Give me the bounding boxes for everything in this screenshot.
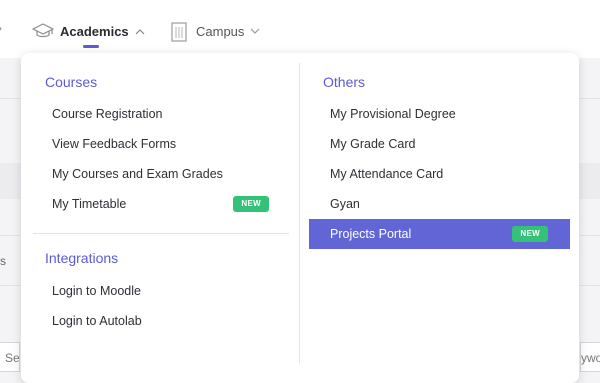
menu-item-attendance-card[interactable]: My Attendance Card [309,159,570,189]
nav-academics-label: Academics [60,23,129,39]
menu-item-label: My Courses and Exam Grades [52,167,223,181]
nav-active-indicator [83,45,99,48]
menu-item-view-feedback-forms[interactable]: View Feedback Forms [33,129,283,159]
nav-academics[interactable]: Academics [32,20,145,42]
new-badge: NEW [233,196,269,212]
menu-item-my-courses-exam-grades[interactable]: My Courses and Exam Grades [33,159,283,189]
nav-edge-fragment: › [0,21,2,35]
section-title-courses: Courses [45,74,98,90]
background-text-fragment: s [0,254,6,268]
menu-item-gyan[interactable]: Gyan [309,189,570,219]
column-divider [299,63,300,363]
section-title-others: Others [323,74,366,90]
background-search-input[interactable]: Se [0,342,20,372]
nav-campus-label: Campus [196,23,245,39]
menu-item-login-autolab[interactable]: Login to Autolab [33,306,283,336]
menu-item-provisional-degree[interactable]: My Provisional Degree [309,99,570,129]
menu-item-label: View Feedback Forms [52,137,177,151]
menu-item-login-moodle[interactable]: Login to Moodle [33,276,283,306]
academics-dropdown-menu: Courses Course Registration View Feedbac… [21,53,579,383]
nav-campus[interactable]: Campus [168,20,260,42]
graduation-cap-icon [32,20,54,42]
menu-item-label: My Attendance Card [330,167,444,181]
new-badge: NEW [512,226,548,242]
menu-item-label: Gyan [330,197,360,211]
section-divider [33,233,289,234]
menu-item-label: My Timetable [52,197,127,211]
section-title-integrations: Integrations [45,250,119,266]
building-icon [168,20,190,42]
menu-item-label: My Provisional Degree [330,107,456,121]
background-keyword-input[interactable]: ywo [580,342,600,372]
menu-item-course-registration[interactable]: Course Registration [33,99,283,129]
top-navbar: › Academics Campus [0,0,600,58]
menu-item-my-timetable[interactable]: My Timetable NEW [33,189,283,219]
menu-item-label: Login to Autolab [52,314,142,328]
background-input-text: Se [5,351,20,365]
menu-item-grade-card[interactable]: My Grade Card [309,129,570,159]
chevron-down-icon [250,28,260,35]
menu-item-label: Login to Moodle [52,284,141,298]
chevron-up-icon [135,28,145,35]
menu-item-label: Course Registration [52,107,163,121]
menu-item-label: Projects Portal [330,227,412,241]
menu-item-label: My Grade Card [330,137,416,151]
menu-item-projects-portal[interactable]: Projects Portal NEW [309,219,570,249]
background-input-text: ywo [581,351,600,365]
